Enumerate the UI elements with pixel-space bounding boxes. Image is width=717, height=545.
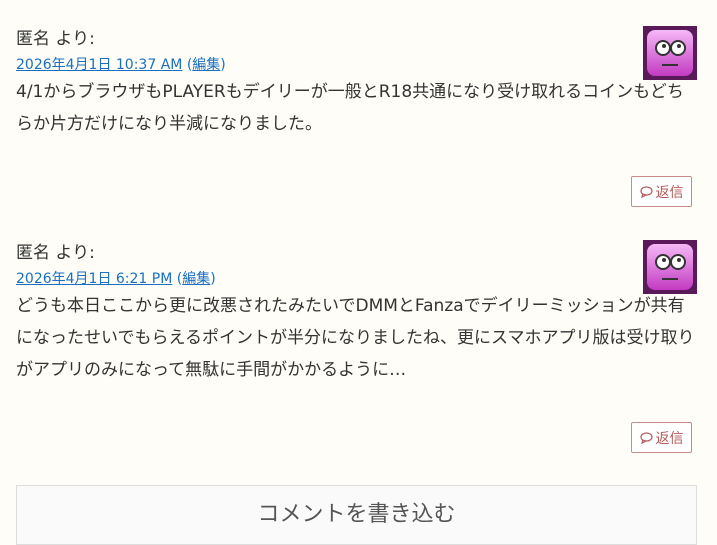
comment-item: 匿名 より: 2026年4月1日 6:21 PM (編集) どうも本日ここから更… (16, 240, 697, 453)
comment-meta: 2026年4月1日 6:21 PM (編集) (16, 268, 697, 290)
reply-button[interactable]: 返信 (631, 422, 692, 453)
avatar (643, 26, 697, 80)
comment-author: 匿名 より: (16, 29, 95, 49)
comment-date-link[interactable]: 2026年4月1日 6:21 PM (16, 271, 172, 287)
edit-link[interactable]: 編集 (192, 57, 220, 73)
reply-button[interactable]: 返信 (631, 176, 692, 207)
comment-meta: 2026年4月1日 10:37 AM (編集) (16, 54, 697, 76)
robot-face-avatar-icon (643, 240, 697, 294)
edit-close-paren: ) (210, 271, 216, 287)
comment-date-link[interactable]: 2026年4月1日 10:37 AM (16, 57, 182, 73)
comment-text: 4/1からブラウザもPLAYERもデイリーが一般とR18共通になり受け取れるコイ… (16, 82, 684, 134)
reply-label: 返信 (655, 430, 684, 447)
speech-bubble-icon (639, 185, 653, 198)
comment-text: どうも本日ここから更に改悪されたみたいでDMMとFanzaでデイリーミッションが… (16, 296, 695, 380)
reply-label: 返信 (655, 184, 684, 201)
speech-bubble-icon (639, 431, 653, 444)
edit-link[interactable]: 編集 (182, 271, 210, 287)
avatar (643, 240, 697, 294)
write-comment-title: コメントを書き込む (257, 502, 456, 527)
edit-close-paren: ) (220, 57, 226, 73)
write-comment-section: コメントを書き込む (16, 485, 697, 545)
comment-item: 匿名 より: 2026年4月1日 10:37 AM (編集) 4/1からブラウザ… (16, 26, 697, 207)
robot-face-avatar-icon (643, 26, 697, 80)
comment-author: 匿名 より: (16, 243, 95, 263)
